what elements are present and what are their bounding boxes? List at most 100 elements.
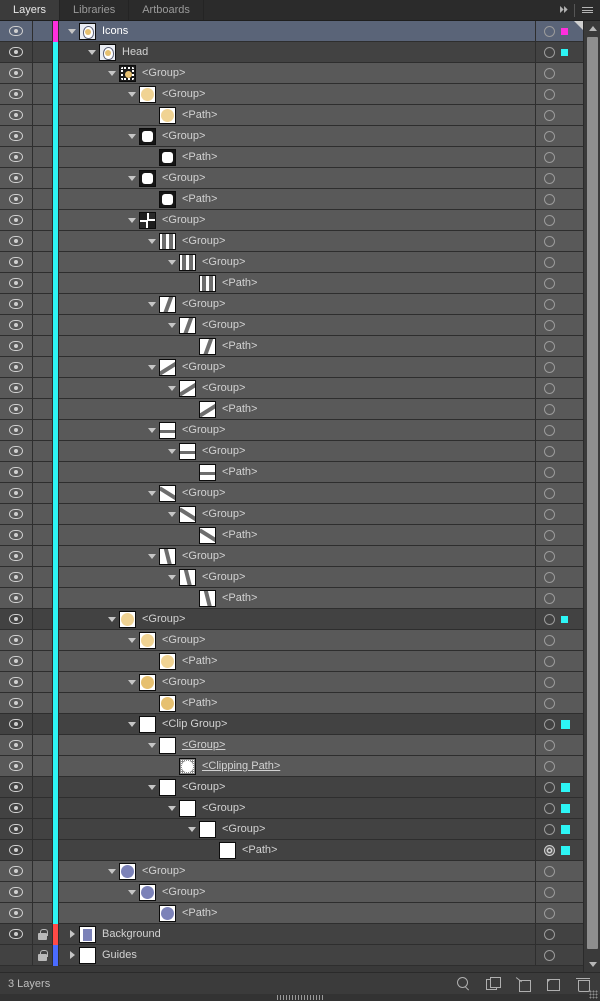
lock-toggle[interactable] [33,462,53,482]
visibility-toggle[interactable] [0,798,33,818]
target-column[interactable] [535,462,583,482]
layer-row[interactable]: <Path> [0,188,583,210]
chevron-down-icon[interactable] [165,252,179,272]
layer-name-label[interactable]: <Group> [202,382,245,394]
lock-toggle[interactable] [33,777,53,797]
layer-row-content[interactable]: <Path> [58,693,535,713]
target-circle-icon[interactable] [544,844,555,856]
layer-name-label[interactable]: <Group> [162,214,205,226]
target-circle-icon[interactable] [544,676,555,688]
layer-row[interactable]: <Group> [0,629,583,651]
target-circle-icon[interactable] [544,550,555,562]
tab-artboards[interactable]: Artboards [129,0,204,20]
target-column[interactable] [535,945,583,965]
layer-name-label[interactable]: <Path> [182,193,217,205]
target-column[interactable] [535,798,583,818]
lock-toggle[interactable] [33,546,53,566]
layer-row-content[interactable]: <Group> [58,630,535,650]
chevron-down-icon[interactable] [145,777,159,797]
target-circle-icon[interactable] [544,298,555,310]
target-column[interactable] [535,735,583,755]
target-circle-icon[interactable] [544,424,555,436]
layer-row-content[interactable]: <Group> [58,84,535,104]
target-circle-icon[interactable] [544,886,555,898]
visibility-toggle[interactable] [0,714,33,734]
layer-row[interactable]: <Group> [0,377,583,399]
layer-row-content[interactable]: Background [58,924,535,944]
layer-row[interactable]: <Group> [0,776,583,798]
layer-row[interactable]: <Path> [0,146,583,168]
selection-indicator-chip[interactable] [561,845,570,855]
target-circle-icon[interactable] [544,382,555,394]
target-circle-icon[interactable] [544,46,555,58]
chevron-down-icon[interactable] [165,798,179,818]
visibility-toggle[interactable] [0,441,33,461]
layer-row-content[interactable]: <Group> [58,609,535,629]
layer-row-content[interactable]: <Group> [58,231,535,251]
target-circle-icon[interactable] [544,235,555,247]
lock-toggle[interactable] [33,840,53,860]
layer-row[interactable]: <Group> [0,671,583,693]
layer-row-content[interactable]: <Group> [58,819,535,839]
locate-object-button[interactable] [456,976,470,991]
target-column[interactable] [535,924,583,944]
layer-row-content[interactable]: <Group> [58,798,535,818]
layer-row[interactable]: <Path> [0,335,583,357]
lock-toggle[interactable] [33,714,53,734]
visibility-toggle[interactable] [0,84,33,104]
target-column[interactable] [535,903,583,923]
lock-toggle[interactable] [33,567,53,587]
layer-name-label[interactable]: <Group> [182,781,225,793]
layer-row-content[interactable]: <Group> [58,441,535,461]
layer-row-content[interactable]: <Path> [58,399,535,419]
layer-row-content[interactable]: <Group> [58,861,535,881]
layer-name-label[interactable]: <Group> [142,67,185,79]
lock-toggle[interactable] [33,798,53,818]
tab-libraries[interactable]: Libraries [60,0,130,20]
double-chevron-right-icon[interactable]: ⏵⏵ [559,5,568,16]
target-circle-icon[interactable] [544,739,555,751]
layer-name-label[interactable]: <Path> [222,277,257,289]
layer-row[interactable]: <Path> [0,587,583,609]
vertical-scrollbar[interactable] [583,21,600,972]
lock-toggle[interactable] [33,735,53,755]
layer-row[interactable]: Icons [0,21,583,42]
target-circle-icon[interactable] [544,277,555,289]
layer-row-content[interactable]: <Group> [58,735,535,755]
target-circle-icon[interactable] [544,172,555,184]
layer-row[interactable]: <Path> [0,272,583,294]
layer-row-content[interactable]: <Path> [58,336,535,356]
visibility-toggle[interactable] [0,630,33,650]
target-column[interactable] [535,63,583,83]
layer-row-content[interactable]: <Group> [58,210,535,230]
chevron-right-icon[interactable] [65,924,79,944]
layer-name-label[interactable]: <Group> [182,487,225,499]
target-column[interactable] [535,357,583,377]
target-circle-icon[interactable] [544,634,555,646]
lock-toggle[interactable] [33,63,53,83]
target-circle-icon[interactable] [544,529,555,541]
target-circle-icon[interactable] [544,571,555,583]
layer-row[interactable]: <Group> [0,356,583,378]
visibility-toggle[interactable] [0,546,33,566]
lock-toggle[interactable] [33,924,53,944]
layer-name-label[interactable]: <Path> [182,151,217,163]
visibility-toggle[interactable] [0,840,33,860]
target-circle-icon[interactable] [544,907,555,919]
chevron-down-icon[interactable] [165,315,179,335]
layer-row[interactable]: <Path> [0,650,583,672]
layer-name-label[interactable]: <Group> [162,130,205,142]
lock-toggle[interactable] [33,105,53,125]
target-circle-icon[interactable] [544,151,555,163]
chevron-down-icon[interactable] [145,420,159,440]
chevron-down-icon[interactable] [125,168,139,188]
visibility-toggle[interactable] [0,315,33,335]
layer-name-label[interactable]: <Group> [202,445,245,457]
target-column[interactable] [535,609,583,629]
target-circle-icon[interactable] [544,655,555,667]
target-column[interactable] [535,651,583,671]
target-column[interactable] [535,105,583,125]
lock-toggle[interactable] [33,630,53,650]
target-column[interactable] [535,210,583,230]
target-column[interactable] [535,315,583,335]
